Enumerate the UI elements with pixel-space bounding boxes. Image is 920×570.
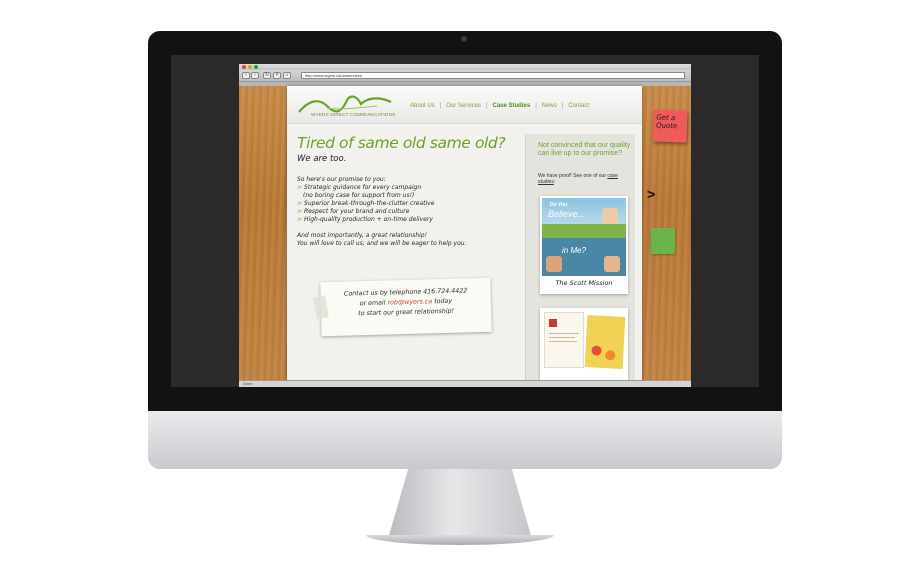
- case-study-label: The Scott Mission: [555, 279, 613, 287]
- sidebar-text: We have proof! See one of our case studi…: [538, 173, 618, 186]
- zoom-window-icon[interactable]: [254, 65, 258, 69]
- case-study-envelope-image: [584, 315, 626, 369]
- minimize-window-icon[interactable]: [248, 65, 252, 69]
- bullet-arrow-icon: >: [297, 208, 303, 215]
- main-content: Tired of same old same old? We are too. …: [297, 134, 517, 248]
- nav-about-us[interactable]: About Us: [410, 103, 435, 109]
- address-bar[interactable]: http://www.wyers.ca/ourservices: [301, 72, 685, 79]
- case-study-card[interactable]: [540, 308, 628, 380]
- page-subhead: We are too.: [297, 154, 347, 164]
- list-item: (no boring case for support from us!): [303, 192, 415, 199]
- logo-text: WYERS DIRECT COMMUNICATIONS: [311, 112, 396, 117]
- monitor-chin: [148, 411, 782, 469]
- next-arrow-icon[interactable]: >: [647, 186, 655, 202]
- nav-separator: |: [561, 103, 564, 109]
- browser-window: ‹ › ↻ × ⌂ http://www.wyers.ca/ourservice…: [239, 64, 691, 387]
- camera-icon: [461, 36, 467, 42]
- monitor-stand: [388, 469, 532, 539]
- bullet-arrow-icon: >: [297, 200, 303, 207]
- monitor-stand-foot: [366, 535, 554, 545]
- list-item: > High-quality production + on-time deliv…: [297, 216, 433, 223]
- nav-separator: |: [535, 103, 537, 109]
- stop-icon[interactable]: ×: [273, 72, 281, 79]
- monitor-screen: ‹ › ↻ × ⌂ http://www.wyers.ca/ourservice…: [171, 55, 759, 387]
- web-page: WYERS DIRECT COMMUNICATIONS About Us | O…: [239, 86, 691, 380]
- case-study-image: Do You Believe... in Me?: [542, 198, 626, 276]
- home-icon[interactable]: ⌂: [283, 72, 291, 79]
- nav-our-services[interactable]: Our Services: [446, 103, 481, 109]
- sidebar: Not convinced that our quality can live …: [525, 134, 635, 380]
- email-link[interactable]: rob@wyers.ca: [387, 298, 432, 306]
- closing-line-1: And most importantly, a great relationsh…: [297, 232, 428, 239]
- promise-list: > Strategic guidance for every campaign (…: [297, 184, 517, 224]
- green-side-tab[interactable]: [651, 228, 675, 254]
- closing-line-2: You will love to call us, and we will be…: [297, 240, 467, 247]
- forward-icon[interactable]: ›: [251, 72, 259, 79]
- site-header: WYERS DIRECT COMMUNICATIONS About Us | O…: [287, 86, 642, 124]
- nav-separator: |: [485, 103, 488, 109]
- nav-contact[interactable]: Contact: [568, 103, 589, 109]
- page-content-sheet: WYERS DIRECT COMMUNICATIONS About Us | O…: [287, 86, 642, 380]
- contact-note: Contact us by telephone 416.724.4422 or …: [313, 277, 492, 337]
- main-nav: About Us | Our Services | Case Studies |…: [410, 103, 589, 109]
- list-item: > Strategic guidance for every campaign: [297, 184, 422, 191]
- nav-case-studies[interactable]: Case Studies: [493, 103, 531, 109]
- list-item: > Superior break-through-the-clutter crea…: [297, 200, 435, 207]
- bullet-arrow-icon: >: [297, 184, 303, 191]
- nav-news[interactable]: News: [542, 103, 557, 109]
- close-window-icon[interactable]: [242, 65, 246, 69]
- reload-icon[interactable]: ↻: [263, 72, 271, 79]
- bullet-arrow-icon: >: [297, 216, 303, 223]
- page-headline: Tired of same old same old?: [297, 134, 506, 152]
- sidebar-title: Not convinced that our quality can live …: [538, 142, 631, 157]
- case-study-flyer-image: [544, 312, 584, 368]
- back-icon[interactable]: ‹: [242, 72, 250, 79]
- browser-status-bar: Done: [239, 380, 691, 387]
- nav-separator: |: [439, 103, 442, 109]
- promise-intro: So here's our promise to you:: [297, 176, 386, 183]
- browser-toolbar: ‹ › ↻ × ⌂ http://www.wyers.ca/ourservice…: [239, 70, 691, 82]
- get-a-quote-button[interactable]: Get a Quote: [652, 109, 688, 143]
- case-study-card[interactable]: Do You Believe... in Me? The Scott Missi…: [540, 196, 628, 294]
- list-item: > Respect for your brand and culture: [297, 208, 410, 215]
